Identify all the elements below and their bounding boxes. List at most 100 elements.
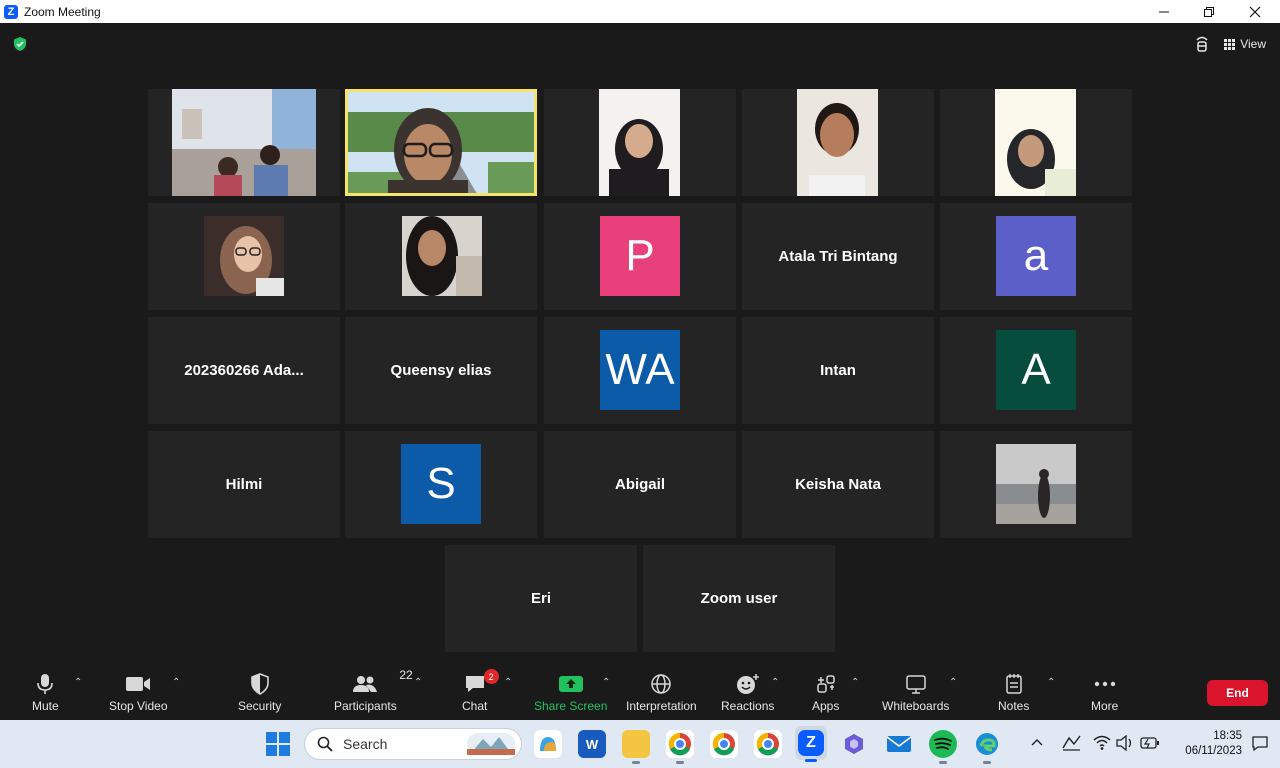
volume-icon[interactable] <box>1116 735 1134 751</box>
search-placeholder: Search <box>343 736 388 752</box>
chat-options-chevron-icon[interactable]: ⌃ <box>504 677 512 688</box>
stop-video-label: Stop Video <box>109 699 168 713</box>
windows-taskbar: Search W Z 18:35 06/11/2023 <box>0 720 1280 768</box>
audio-options-chevron-icon[interactable]: ⌃ <box>74 677 82 688</box>
participant-tile[interactable] <box>742 89 934 196</box>
pen-input-icon[interactable] <box>1060 734 1082 752</box>
spotify-app-icon[interactable] <box>929 730 957 764</box>
minimize-button[interactable] <box>1141 0 1187 23</box>
edge-app-icon[interactable] <box>973 730 1001 764</box>
participant-tile[interactable]: Hilmi <box>148 431 340 538</box>
participant-tile[interactable]: Keisha Nata <box>742 431 934 538</box>
view-button[interactable]: View <box>1224 37 1266 51</box>
share-screen-button[interactable]: Share Screen <box>534 671 607 713</box>
security-button[interactable]: Security <box>238 671 281 713</box>
ai-app-icon[interactable] <box>840 730 868 758</box>
more-button[interactable]: More <box>1091 671 1118 713</box>
grid-view-icon <box>1224 38 1236 50</box>
security-label: Security <box>238 699 282 713</box>
chat-button[interactable]: 2 Chat <box>462 669 499 713</box>
participant-tile[interactable]: WA <box>544 317 736 424</box>
participant-tile[interactable]: Zoom user <box>643 545 835 652</box>
interpretation-button[interactable]: Interpretation <box>626 671 697 713</box>
end-meeting-button[interactable]: End <box>1207 680 1268 706</box>
participant-tile[interactable] <box>148 89 340 196</box>
mute-button[interactable]: Mute <box>32 671 59 713</box>
mail-app-icon[interactable] <box>885 730 913 758</box>
close-button[interactable] <box>1232 0 1278 23</box>
participant-video <box>204 216 284 296</box>
whiteboard-icon <box>905 675 926 694</box>
meeting-area: View P Atala Tri Bintang a 202360266 Ada… <box>0 23 1280 663</box>
participant-tile[interactable]: A <box>940 317 1132 424</box>
chrome-app-icon[interactable] <box>666 730 694 764</box>
participant-tile[interactable]: 202360266 Ada... <box>148 317 340 424</box>
copilot-app-icon[interactable] <box>534 730 562 758</box>
notifications-icon[interactable] <box>1251 734 1269 752</box>
globe-icon <box>651 674 672 694</box>
zoom-taskbar-icon[interactable]: Z <box>795 726 827 762</box>
file-explorer-icon[interactable] <box>622 730 650 764</box>
participants-options-chevron-icon[interactable]: ⌃ <box>414 677 422 688</box>
reactions-button[interactable]: Reactions <box>721 671 774 713</box>
taskbar-search[interactable]: Search <box>304 728 522 760</box>
participant-tile[interactable]: a <box>940 203 1132 310</box>
apps-icon <box>816 675 835 693</box>
participants-count: 22 <box>399 668 413 682</box>
wifi-icon[interactable] <box>1093 735 1111 751</box>
share-options-chevron-icon[interactable]: ⌃ <box>602 677 610 688</box>
show-hidden-icons-chevron-icon[interactable] <box>1031 737 1043 747</box>
chrome-profile-app-icon[interactable] <box>754 730 782 758</box>
participant-tile[interactable] <box>940 431 1132 538</box>
participant-tile[interactable]: S <box>345 431 537 538</box>
participant-tile[interactable]: Queensy elias <box>345 317 537 424</box>
participants-button[interactable]: 22 Participants <box>334 668 413 713</box>
participant-tile[interactable] <box>940 89 1132 196</box>
immersive-view-icon[interactable] <box>1194 35 1210 53</box>
participants-label: Participants <box>334 699 397 713</box>
windows-logo-icon <box>266 732 290 756</box>
security-shield-icon <box>250 673 269 695</box>
participant-tile[interactable]: P <box>544 203 736 310</box>
reactions-label: Reactions <box>721 699 775 713</box>
word-app-icon[interactable]: W <box>578 730 606 758</box>
participant-tile[interactable]: Atala Tri Bintang <box>742 203 934 310</box>
participant-video <box>172 89 316 196</box>
zoom-window: Z Zoom Meeting View P Atala Tri Bintang … <box>0 0 1280 768</box>
start-button[interactable] <box>266 732 290 761</box>
notes-options-chevron-icon[interactable]: ⌃ <box>1047 677 1055 688</box>
search-icon <box>317 736 333 752</box>
restore-button[interactable] <box>1186 0 1232 23</box>
participant-avatar: a <box>996 216 1076 296</box>
view-label: View <box>1240 37 1266 51</box>
participant-tile[interactable]: Eri <box>445 545 637 652</box>
apps-button[interactable]: Apps <box>812 671 839 713</box>
participant-name: Atala Tri Bintang <box>778 248 898 265</box>
restore-icon <box>1204 6 1214 17</box>
participant-tile[interactable] <box>148 203 340 310</box>
chrome-profile-app-icon[interactable] <box>710 730 738 758</box>
participant-video <box>797 89 878 196</box>
encryption-shield-icon[interactable] <box>12 36 28 52</box>
participant-name: Keisha Nata <box>795 476 881 493</box>
reactions-options-chevron-icon[interactable]: ⌃ <box>771 677 779 688</box>
search-highlight-icon <box>467 733 515 755</box>
chat-label: Chat <box>462 699 488 713</box>
participant-tile[interactable] <box>345 203 537 310</box>
notes-button[interactable]: Notes <box>998 671 1029 713</box>
participant-tile-active-speaker[interactable] <box>345 89 537 196</box>
participant-tile[interactable]: Intan <box>742 317 934 424</box>
stop-video-button[interactable]: Stop Video <box>109 671 168 713</box>
whiteboards-options-chevron-icon[interactable]: ⌃ <box>949 677 957 688</box>
participant-video <box>996 444 1076 524</box>
participant-tile[interactable] <box>544 89 736 196</box>
battery-icon[interactable] <box>1140 736 1160 750</box>
system-clock[interactable]: 18:35 06/11/2023 <box>1172 729 1242 759</box>
whiteboards-button[interactable]: Whiteboards <box>882 671 949 713</box>
participant-name: 202360266 Ada... <box>184 362 304 379</box>
apps-options-chevron-icon[interactable]: ⌃ <box>851 677 859 688</box>
video-options-chevron-icon[interactable]: ⌃ <box>172 677 180 688</box>
participant-video <box>599 89 680 196</box>
participant-tile[interactable]: Abigail <box>544 431 736 538</box>
more-dots-icon <box>1094 681 1115 687</box>
